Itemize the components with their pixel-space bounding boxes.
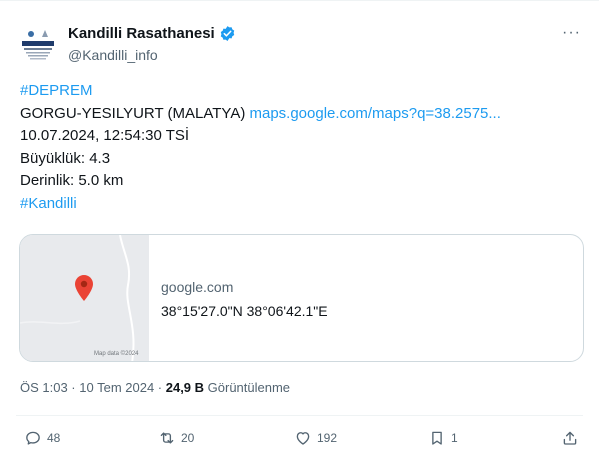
display-name[interactable]: Kandilli Rasathanesi <box>68 25 215 42</box>
bookmark-count: 1 <box>451 431 458 445</box>
more-options-button[interactable]: ··· <box>562 24 581 42</box>
tweet-text: #DEPREM GORGU-YESILYURT (MALATYA) maps.g… <box>20 80 580 215</box>
reply-icon <box>26 431 40 445</box>
verified-badge-icon <box>219 25 236 42</box>
heart-icon <box>296 432 310 445</box>
reply-count: 48 <box>47 431 61 445</box>
card-domain: google.com <box>161 279 234 295</box>
magnitude-text: Büyüklük: 4.3 <box>20 149 111 167</box>
like-button[interactable]: 192 <box>294 429 337 447</box>
share-button[interactable] <box>561 429 584 447</box>
bookmark-button[interactable]: 1 <box>428 429 458 447</box>
reply-button[interactable]: 48 <box>24 429 60 447</box>
datetime-text: 10.07.2024, 12:54:30 TSİ <box>20 127 190 144</box>
action-bar: 48 20 192 1 <box>24 429 584 451</box>
location-text: GORGU-YESILYURT (MALATYA) <box>20 104 250 122</box>
hashtag-kandilli[interactable]: #Kandilli <box>20 193 580 216</box>
bookmark-icon <box>432 431 442 445</box>
location-line: GORGU-YESILYURT (MALATYA) maps.google.co… <box>20 103 580 126</box>
map-attribution: Map data ©2024 <box>94 351 139 357</box>
more-dots-icon: ··· <box>562 24 581 41</box>
tweet-header: Kandilli Rasathanesi @Kandilli_info ··· <box>16 22 583 66</box>
map-pin-icon <box>75 275 93 301</box>
map-thumbnail: Map data ©2024 <box>20 235 149 361</box>
name-row: Kandilli Rasathanesi <box>68 25 236 42</box>
views-label: Görüntülenme <box>204 380 291 395</box>
map-link[interactable]: maps.google.com/maps?q=38.2575... <box>249 105 500 122</box>
link-preview-card[interactable]: Map data ©2024 google.com 38°15'27.0"N 3… <box>19 234 584 362</box>
share-icon <box>563 431 577 445</box>
user-handle[interactable]: @Kandilli_info <box>68 47 158 63</box>
hashtag-deprem[interactable]: #DEPREM <box>20 80 580 103</box>
repost-icon <box>160 432 174 444</box>
repost-button[interactable]: 20 <box>158 429 194 447</box>
views-count: 24,9 B <box>165 380 205 395</box>
like-count: 192 <box>317 431 338 445</box>
tweet-metadata: ÖS 1:03 · 10 Tem 2024 · 24,9 B Görüntüle… <box>20 380 290 395</box>
repost-count: 20 <box>181 431 195 445</box>
kandilli-logo-icon <box>18 24 58 64</box>
depth-text: Derinlik: 5.0 km <box>20 172 124 189</box>
metadata-divider <box>16 415 583 416</box>
card-coordinates: 38°15'27.0"N 38°06'42.1"E <box>161 303 328 319</box>
card-info: google.com 38°15'27.0"N 38°06'42.1"E <box>161 279 328 319</box>
top-divider <box>0 0 599 1</box>
post-timestamp[interactable]: ÖS 1:03 · 10 Tem 2024 · <box>20 380 166 395</box>
avatar[interactable] <box>18 24 58 64</box>
